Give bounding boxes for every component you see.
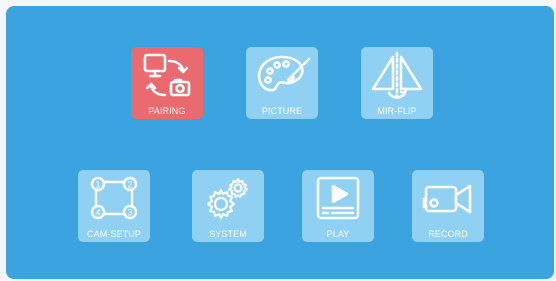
menu-item-record[interactable]: RECORD [412,170,484,242]
menu-screen: PAIRING PICTURE MIR-FLIP 1 2 4 3 CAM-SET… [6,6,554,279]
menu-item-label: CAM-SETUP [87,229,141,239]
menu-item-label: RECORD [428,229,468,239]
pairing-icon [131,47,203,105]
mirror-flip-icon [361,47,433,105]
menu-item-label: MIR-FLIP [377,106,417,116]
video-camera-icon [412,170,484,228]
menu-item-label: SYSTEM [209,229,247,239]
menu-item-system[interactable]: SYSTEM [192,170,264,242]
play-video-icon [302,170,374,228]
svg-text:1: 1 [95,180,100,190]
menu-item-pairing[interactable]: PAIRING [131,47,203,119]
svg-text:4: 4 [95,208,100,218]
menu-item-picture[interactable]: PICTURE [246,47,318,119]
menu-item-mir-flip[interactable]: MIR-FLIP [361,47,433,119]
page: PAIRING PICTURE MIR-FLIP 1 2 4 3 CAM-SET… [0,0,556,281]
svg-text:2: 2 [127,180,132,190]
menu-item-play[interactable]: PLAY [302,170,374,242]
svg-text:3: 3 [127,208,132,218]
gears-icon [192,170,264,228]
camera-grid-icon: 1 2 4 3 [78,170,150,228]
palette-icon [246,47,318,105]
menu-item-label: PAIRING [148,106,186,116]
menu-item-cam-setup[interactable]: 1 2 4 3 CAM-SETUP [78,170,150,242]
menu-item-label: PLAY [326,229,350,239]
menu-item-label: PICTURE [261,106,303,116]
